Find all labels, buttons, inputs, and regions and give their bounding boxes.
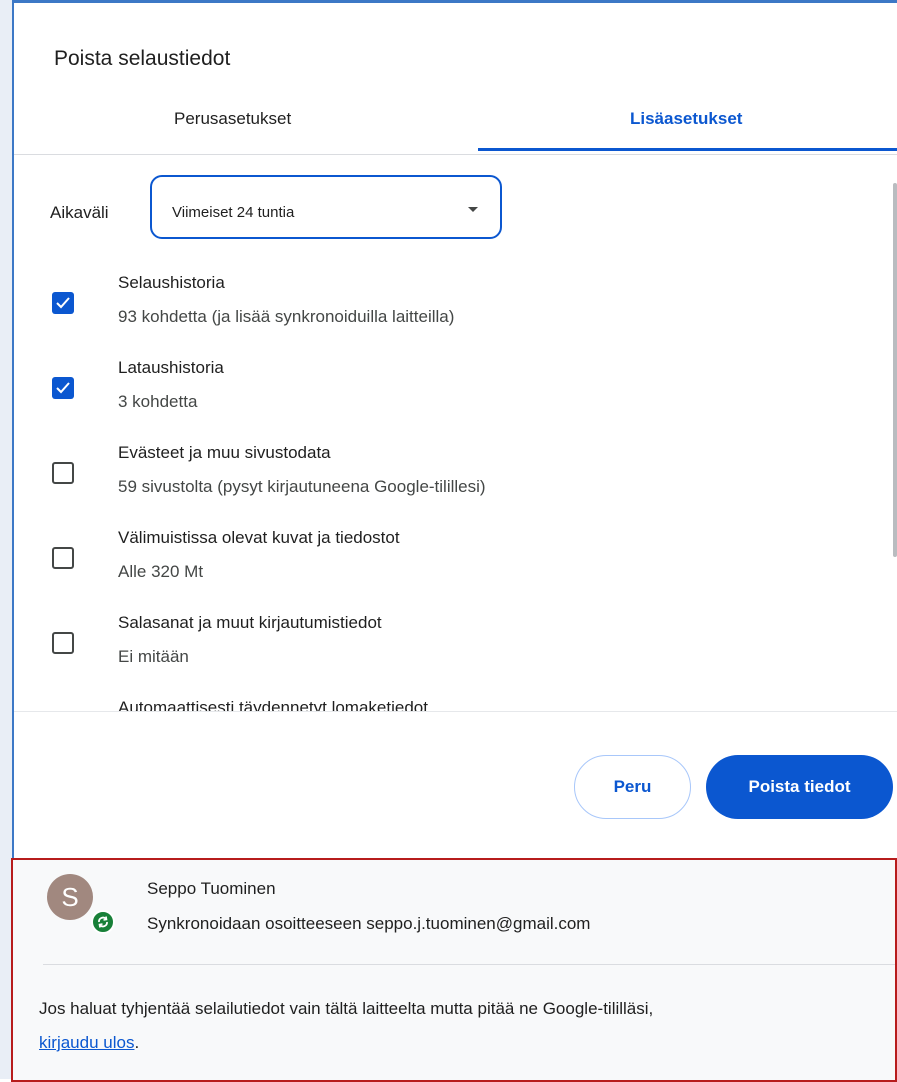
option-title: Automaattisesti täydennetyt lomaketiedot (118, 698, 428, 711)
checkbox-cached-images[interactable] (52, 547, 74, 569)
content-divider (14, 711, 897, 712)
option-title: Lataushistoria (118, 358, 224, 377)
option-download-history[interactable]: Lataushistoria 3 kohdetta (14, 358, 874, 438)
option-title: Välimuistissa olevat kuvat ja tiedostot (118, 528, 400, 547)
tab-basic[interactable]: Perusasetukset (174, 109, 291, 129)
signout-note: Jos haluat tyhjentää selailutiedot vain … (39, 992, 891, 1060)
option-title: Evästeet ja muu sivustodata (118, 443, 331, 462)
clear-browsing-data-dialog: Poista selaustiedot Perusasetukset Lisäa… (11, 3, 897, 1082)
option-title: Salasanat ja muut kirjautumistiedot (118, 613, 382, 632)
check-icon (56, 382, 70, 394)
checkbox-download-history[interactable] (52, 377, 74, 399)
triangle-down-icon (468, 207, 478, 212)
signout-note-text: Jos haluat tyhjentää selailutiedot vain … (39, 999, 654, 1018)
time-range-label: Aikaväli (50, 203, 109, 222)
checkbox-browsing-history[interactable] (52, 292, 74, 314)
option-autofill[interactable]: Automaattisesti täydennetyt lomaketiedot (14, 698, 874, 711)
option-title: Selaushistoria (118, 273, 225, 292)
sync-badge (91, 910, 115, 934)
delete-data-button[interactable]: Poista tiedot (706, 755, 893, 819)
options-scroll-area[interactable]: Aikaväli Viimeiset 24 tuntia Selaushisto… (14, 155, 897, 711)
option-passwords[interactable]: Salasanat ja muut kirjautumistiedot Ei m… (14, 613, 874, 693)
signout-note-end: . (134, 1033, 140, 1052)
option-cached-images[interactable]: Välimuistissa olevat kuvat ja tiedostot … (14, 528, 874, 608)
avatar: S (47, 874, 93, 920)
account-sync-status: Synkronoidaan osoitteeseen seppo.j.tuomi… (147, 914, 591, 933)
dialog-title: Poista selaustiedot (54, 47, 231, 70)
time-range-select[interactable]: Viimeiset 24 tuntia (150, 175, 502, 239)
option-cookies[interactable]: Evästeet ja muu sivustodata 59 sivustolt… (14, 443, 874, 523)
account-name: Seppo Tuominen (147, 879, 276, 898)
option-subtitle: 93 kohdetta (ja lisää synkronoiduilla la… (118, 307, 455, 326)
panel-divider (43, 964, 895, 965)
option-subtitle: Alle 320 Mt (118, 562, 204, 581)
options-scrollbar[interactable] (893, 183, 897, 557)
time-range-value: Viimeiset 24 tuntia (172, 204, 295, 221)
option-subtitle: Ei mitään (118, 647, 189, 666)
checkbox-cookies[interactable] (52, 462, 74, 484)
check-icon (56, 297, 70, 309)
cancel-button[interactable]: Peru (574, 755, 691, 819)
option-browsing-history[interactable]: Selaushistoria 93 kohdetta (ja lisää syn… (14, 273, 874, 353)
account-panel: S Seppo Tuominen Synkronoidaan osoittees… (11, 858, 897, 1082)
sync-icon (98, 916, 108, 928)
signout-link[interactable]: kirjaudu ulos (39, 1033, 134, 1052)
option-subtitle: 3 kohdetta (118, 392, 198, 411)
active-tab-indicator (478, 148, 897, 151)
tab-advanced[interactable]: Lisäasetukset (630, 109, 742, 129)
checkbox-passwords[interactable] (52, 632, 74, 654)
option-subtitle: 59 sivustolta (pysyt kirjautuneena Googl… (118, 477, 486, 496)
